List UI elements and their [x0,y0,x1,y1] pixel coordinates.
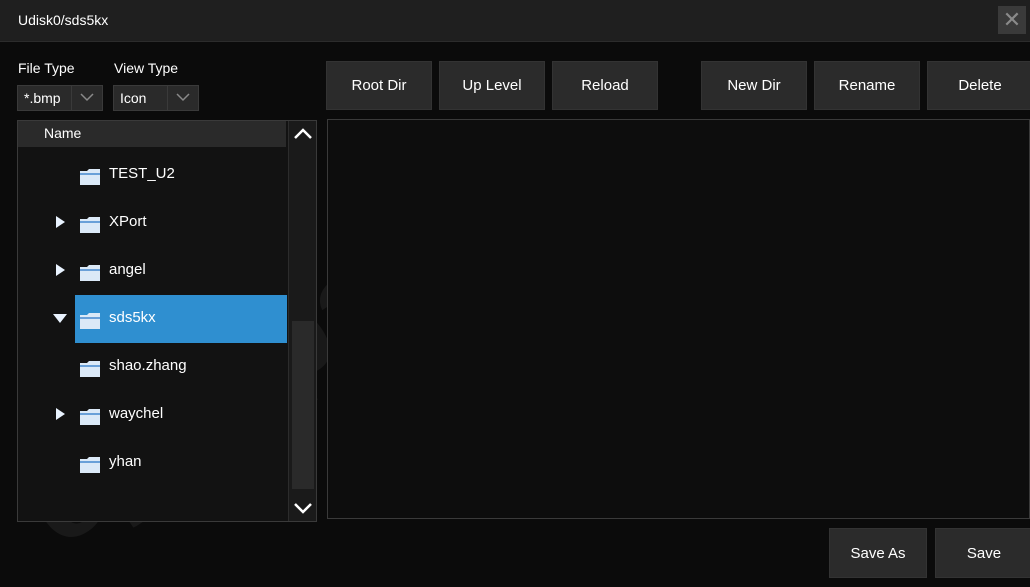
delete-button[interactable]: Delete [927,61,1030,110]
new-dir-button[interactable]: New Dir [701,61,807,110]
scroll-up-button[interactable] [289,121,316,147]
tree-item-shao-zhang[interactable]: shao.zhang [18,343,286,391]
file-type-label: File Type [18,60,75,76]
tree-item-label: yhan [109,453,142,470]
file-view-area[interactable] [327,119,1030,519]
tree-item-label: angel [109,261,146,278]
tree-item-xport[interactable]: XPort [18,199,286,247]
tree-header: Name [18,121,286,147]
scroll-down-button[interactable] [289,495,316,521]
window-title: Udisk0/sds5kx [18,12,109,28]
file-type-value: *.bmp [24,90,61,106]
view-type-label: View Type [114,60,179,76]
file-type-select[interactable]: *.bmp [17,85,103,111]
folder-icon [80,169,100,185]
tree-item-label: shao.zhang [109,357,187,374]
folder-icon [80,265,100,281]
name-column-header[interactable]: Name [44,125,81,141]
chevron-down-icon [71,86,102,110]
title-bar: Udisk0/sds5kx ✕ [0,0,1030,42]
close-icon: ✕ [1002,7,1022,32]
folder-icon [80,313,100,329]
tree-item-label: TEST_U2 [109,165,175,182]
expand-arrow-icon[interactable] [56,264,65,276]
expand-arrow-icon[interactable] [56,216,65,228]
folder-tree: Name TEST_U2 XPort angel sds5kx shao.zha… [17,120,317,522]
chevron-up-icon [294,128,312,139]
collapse-arrow-icon[interactable] [53,314,67,323]
tree-item-waychel[interactable]: waychel [18,391,286,439]
view-type-value: Icon [120,90,147,106]
tree-item-label: XPort [109,213,147,230]
chevron-down-icon [294,503,312,514]
view-type-select[interactable]: Icon [113,85,199,111]
folder-icon [80,217,100,233]
tree-item-yhan[interactable]: yhan [18,439,286,487]
tree-item-test-u2[interactable]: TEST_U2 [18,151,286,199]
selection-highlight [75,295,287,343]
tree-item-label: waychel [109,405,164,422]
close-button[interactable]: ✕ [998,6,1026,34]
folder-icon [80,457,100,473]
chevron-down-icon [167,86,198,110]
tree-item-sds5kx[interactable]: sds5kx [18,295,287,343]
expand-arrow-icon[interactable] [56,408,65,420]
save-button[interactable]: Save [935,528,1030,578]
root-dir-button[interactable]: Root Dir [326,61,432,110]
scroll-thumb[interactable] [292,321,314,489]
reload-button[interactable]: Reload [552,61,658,110]
rename-button[interactable]: Rename [814,61,920,110]
tree-scrollbar[interactable] [288,121,316,521]
folder-icon [80,361,100,377]
folder-icon [80,409,100,425]
tree-item-angel[interactable]: angel [18,247,286,295]
save-as-button[interactable]: Save As [829,528,927,578]
tree-item-label: sds5kx [109,309,156,326]
up-level-button[interactable]: Up Level [439,61,545,110]
